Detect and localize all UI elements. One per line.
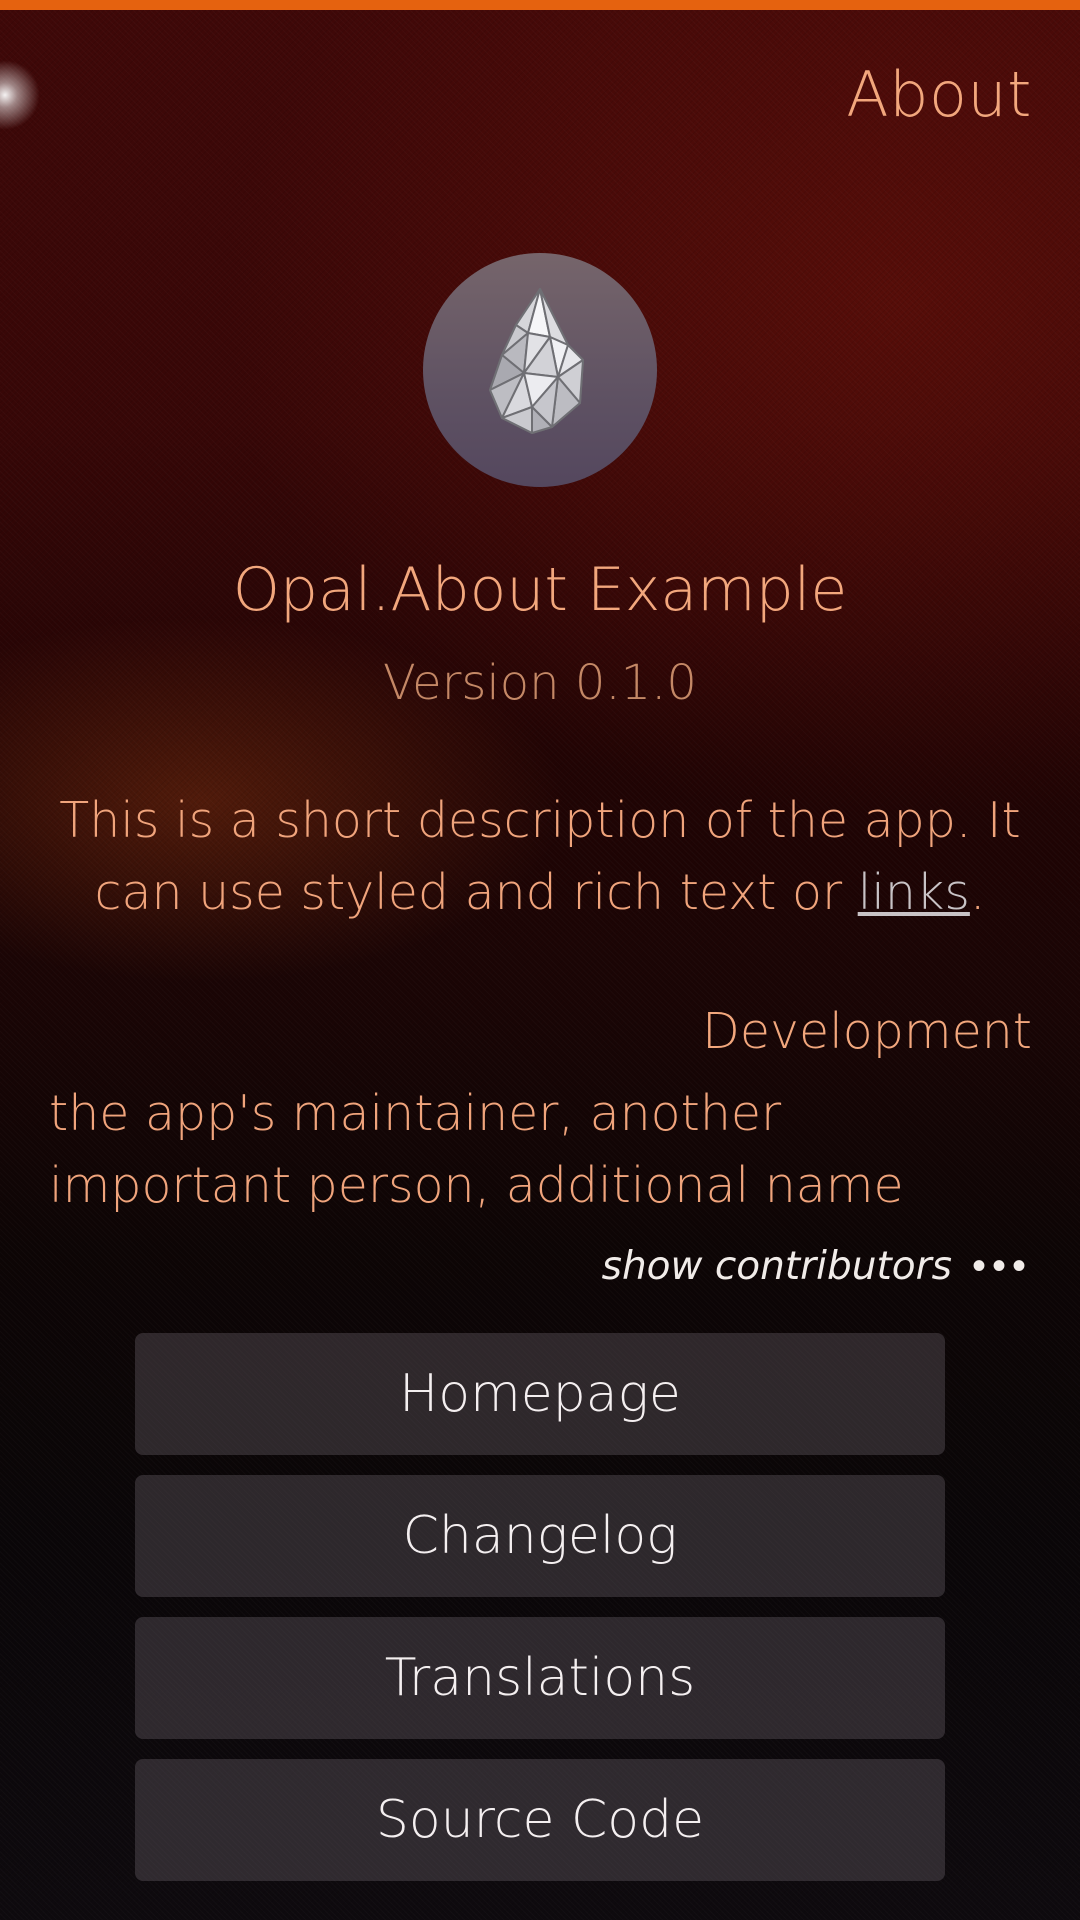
translations-button[interactable]: Translations [135,1617,945,1739]
developer-names: the app's maintainer, another important … [49,1085,904,1214]
homepage-button[interactable]: Homepage [135,1333,945,1455]
changelog-button[interactable]: Changelog [135,1475,945,1597]
app-version: Version 0.1.0 [383,655,697,711]
show-contributors-button[interactable]: show contributors ••• [602,1243,1032,1289]
page-title: About [846,58,1032,131]
app-description: This is a short description of the app. … [50,785,1030,929]
app-name: Opal.About Example [232,555,848,625]
show-contributors-label: show contributors [601,1243,952,1289]
status-accent-bar [0,0,1080,10]
section-header-development: Development [702,1003,1032,1060]
pulley-menu-indicator [0,60,40,130]
source-code-button[interactable]: Source Code [135,1759,945,1881]
app-logo [423,253,657,487]
opal-gem-icon [489,288,584,434]
ellipsis-icon: ••• [971,1243,1032,1289]
description-link[interactable]: links [858,864,970,921]
description-suffix: . [969,864,986,921]
